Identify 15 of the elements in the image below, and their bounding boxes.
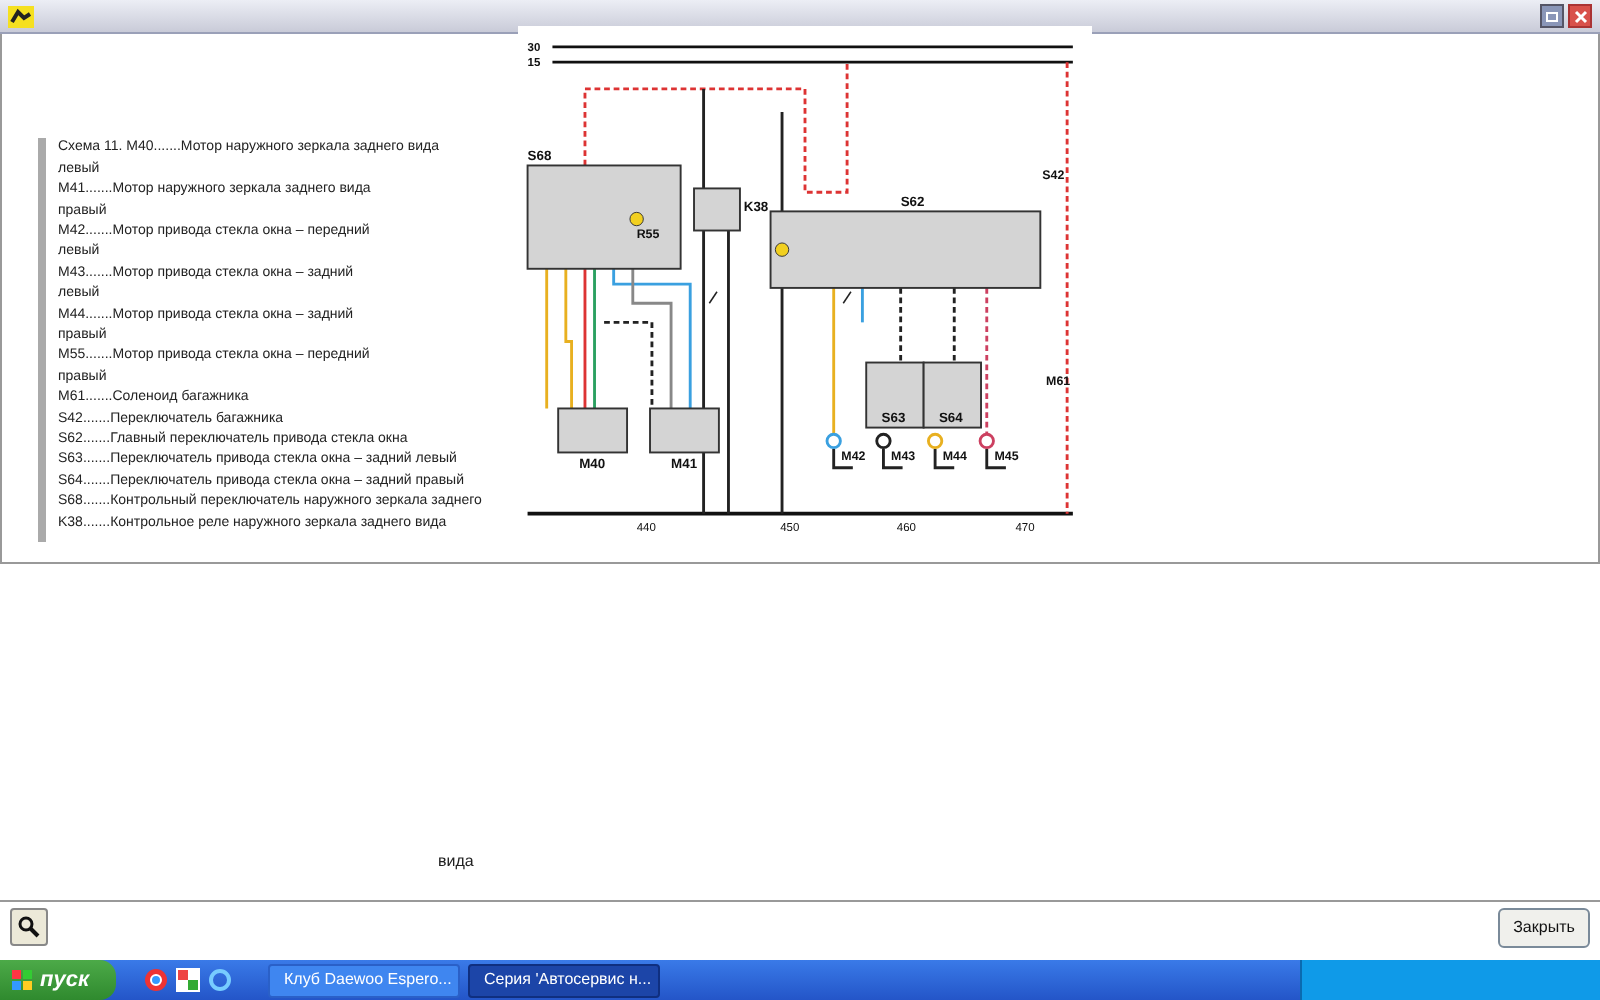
close-dialog-button[interactable]: Закрыть (1498, 907, 1590, 947)
taskbar-button[interactable]: Клуб Daewoo Espero... (268, 963, 460, 997)
close-icon (1573, 9, 1587, 23)
restore-button[interactable] (1540, 4, 1564, 28)
search-button[interactable] (10, 908, 48, 946)
app-icon (8, 5, 34, 27)
picture-icon[interactable] (176, 968, 200, 992)
close-button[interactable] (1568, 4, 1592, 28)
taskbar-button[interactable]: Серия 'Автосервис н... (468, 963, 660, 997)
windows-logo-icon (12, 970, 32, 990)
orphan-text: вида (438, 850, 474, 874)
search-icon (18, 916, 40, 938)
start-button[interactable]: пуск (0, 960, 116, 1000)
internet-explorer-icon[interactable] (208, 968, 232, 992)
browser-icon[interactable] (144, 968, 168, 992)
